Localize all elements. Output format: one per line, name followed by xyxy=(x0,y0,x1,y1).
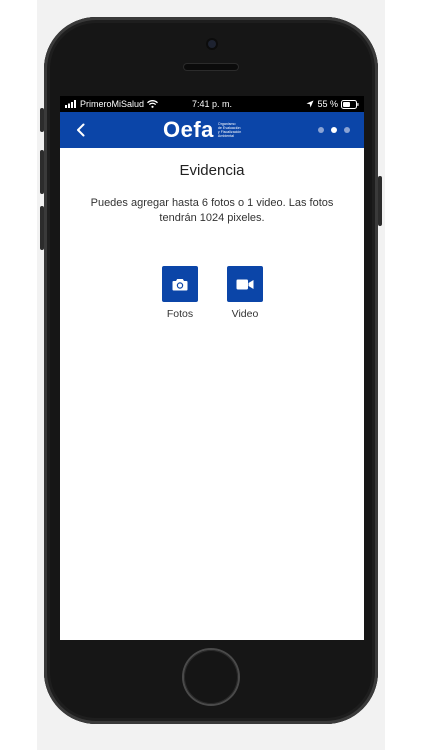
camera-icon xyxy=(172,278,188,290)
home-button[interactable] xyxy=(184,650,238,704)
evidence-instructions: Puedes agregar hasta 6 fotos o 1 video. … xyxy=(90,197,334,224)
oefa-logo: Oefa Organismo de Evaluación y Fiscaliza… xyxy=(163,116,248,144)
photos-label: Fotos xyxy=(166,308,194,320)
logo-wordmark: Oefa xyxy=(163,117,214,142)
screen: PrimeroMiSalud 7:41 p. m. 55 % Oefa Orga… xyxy=(60,96,364,640)
signal-icon xyxy=(65,100,76,108)
app-header: Oefa Organismo de Evaluación y Fiscaliza… xyxy=(60,112,364,148)
video-button[interactable] xyxy=(227,266,263,302)
page-dot-2 xyxy=(331,127,337,133)
status-bar: PrimeroMiSalud 7:41 p. m. 55 % xyxy=(60,96,364,112)
battery-percent: 55 % xyxy=(317,99,338,109)
chevron-left-icon xyxy=(77,123,85,137)
wifi-icon xyxy=(147,100,158,108)
video-camera-icon xyxy=(236,279,254,289)
earpiece-speaker xyxy=(184,64,238,70)
page-title: Evidencia xyxy=(179,162,245,179)
battery-icon xyxy=(341,99,359,109)
logo-subtitle: Organismo de Evaluación y Fiscalización … xyxy=(217,121,242,139)
photos-button[interactable] xyxy=(162,266,198,302)
page-dot-3 xyxy=(344,127,350,133)
silent-switch xyxy=(40,108,44,132)
photos-option[interactable]: Fotos xyxy=(150,266,210,320)
video-option[interactable]: Video xyxy=(215,266,275,320)
volume-up-button xyxy=(40,150,44,194)
front-camera xyxy=(208,40,216,48)
power-button xyxy=(378,176,382,226)
carrier-name: PrimeroMiSalud xyxy=(80,99,145,109)
video-label: Video xyxy=(231,308,259,320)
page-indicator xyxy=(318,127,350,133)
volume-down-button xyxy=(40,206,44,250)
back-button[interactable] xyxy=(70,118,92,142)
location-arrow-icon xyxy=(306,100,314,108)
page-dot-1 xyxy=(318,127,324,133)
